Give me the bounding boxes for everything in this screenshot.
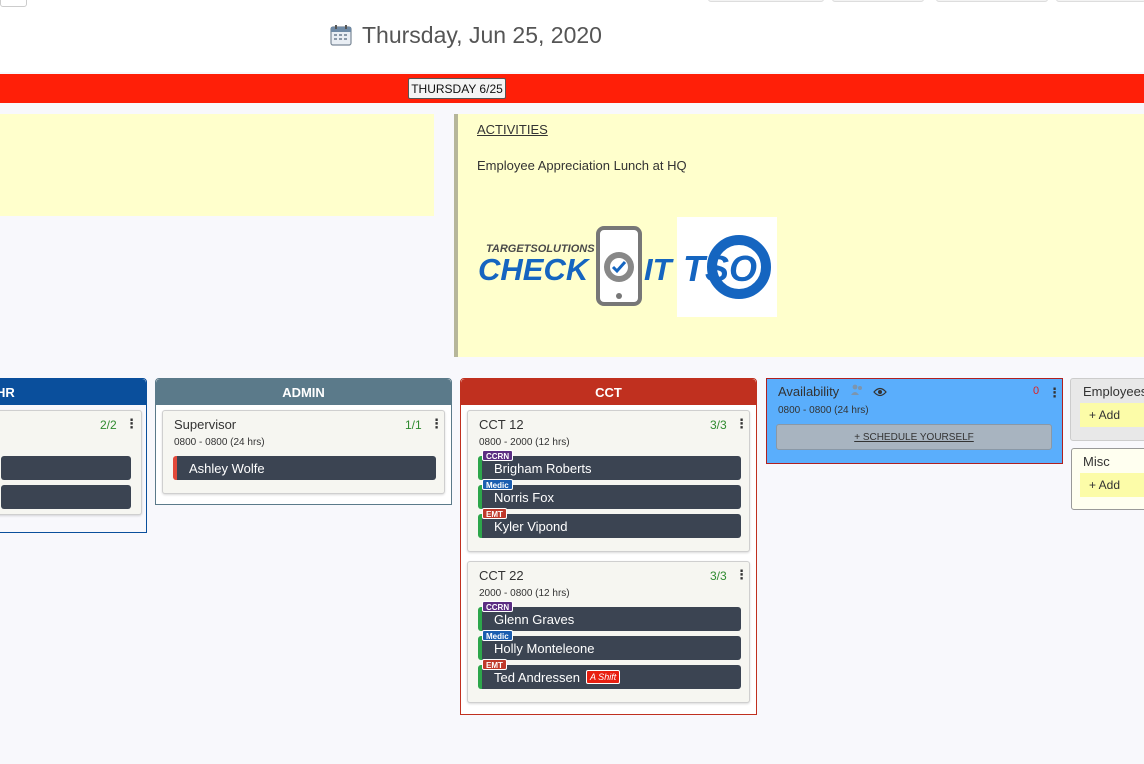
card-count: 1/1 bbox=[405, 418, 422, 432]
person-name: Ted Andressen bbox=[494, 669, 581, 685]
card-title: CCT 22 bbox=[479, 568, 524, 583]
card-title: Supervisor bbox=[174, 417, 237, 432]
top-tab-4[interactable] bbox=[1056, 0, 1144, 2]
checkit-logo: TARGETSOLUTIONS CHECK IT bbox=[478, 222, 678, 312]
cct-22-card: CCT 22 3/3 ⋮ 2000 - 0800 (12 hrs) Glenn … bbox=[467, 561, 750, 703]
misc-title: Misc bbox=[1083, 454, 1110, 469]
day-button[interactable]: THURSDAY 6/25 bbox=[408, 78, 506, 99]
kebab-menu-icon[interactable]: ⋮ bbox=[430, 417, 443, 431]
hr-person-slot-2[interactable] bbox=[1, 485, 131, 509]
top-tab-1[interactable] bbox=[708, 0, 824, 2]
shift-tag: A Shift bbox=[586, 670, 621, 684]
card-time: 0800 - 2000 (12 hrs) bbox=[479, 437, 570, 448]
notes-panel-left bbox=[0, 114, 434, 216]
schedule-yourself-button[interactable]: + SCHEDULE YOURSELF bbox=[776, 424, 1052, 450]
top-left-control[interactable] bbox=[0, 0, 27, 7]
tso-logo: TSO bbox=[677, 217, 777, 317]
card-time: 0800 - 0800 (24 hrs) bbox=[174, 437, 265, 448]
card-title: CCT 12 bbox=[479, 417, 524, 432]
hr-person-slot-1[interactable] bbox=[1, 456, 131, 480]
misc-add-button[interactable]: + Add bbox=[1080, 473, 1144, 497]
availability-count: 0 bbox=[1033, 385, 1040, 397]
admin-supervisor-card: Supervisor 1/1 ⋮ 0800 - 0800 (24 hrs) As… bbox=[162, 410, 445, 494]
current-date: Thursday, Jun 25, 2020 bbox=[362, 21, 602, 48]
top-tab-3[interactable] bbox=[936, 0, 1048, 2]
tso-logo-text: TSO bbox=[683, 248, 757, 289]
checkit-logo-word-right: IT bbox=[644, 252, 675, 287]
person-ashley-wolfe[interactable]: Ashley Wolfe bbox=[173, 456, 436, 480]
person-name: Holly Monteleone bbox=[494, 640, 595, 656]
person-glenn-graves[interactable]: Glenn Graves bbox=[478, 607, 741, 631]
availability-title: Availability bbox=[778, 384, 840, 399]
badge-medic: Medic bbox=[482, 479, 513, 490]
person-name: Kyler Vipond bbox=[494, 518, 568, 534]
column-admin-title: ADMIN bbox=[156, 379, 451, 405]
activity-item: Employee Appreciation Lunch at HQ bbox=[477, 158, 687, 173]
employees-add-button[interactable]: + Add bbox=[1080, 403, 1144, 427]
calendar-icon[interactable] bbox=[330, 24, 352, 46]
person-holly-monteleone[interactable]: Holly Monteleone bbox=[478, 636, 741, 660]
person-ted-andressen[interactable]: Ted Andressen A Shift bbox=[478, 665, 741, 689]
person-brigham-roberts[interactable]: Brigham Roberts bbox=[478, 456, 741, 480]
checkit-logo-word-left: CHECK bbox=[478, 252, 591, 287]
card-time: 2000 - 0800 (12 hrs) bbox=[479, 588, 570, 599]
activities-title: ACTIVITIES bbox=[477, 122, 548, 137]
badge-medic: Medic bbox=[482, 630, 513, 641]
employees-title: Employees bbox=[1083, 384, 1144, 399]
column-cct-title: CCT bbox=[461, 379, 756, 405]
badge-emt: EMT bbox=[482, 508, 507, 519]
card-count: 3/3 bbox=[710, 418, 727, 432]
person-name: Norris Fox bbox=[494, 489, 554, 505]
person-name: Glenn Graves bbox=[494, 611, 575, 627]
kebab-menu-icon[interactable]: ⋮ bbox=[125, 417, 138, 431]
badge-ccrn: CCRN bbox=[482, 601, 514, 612]
kebab-menu-icon[interactable]: ⋮ bbox=[735, 417, 748, 431]
kebab-menu-icon[interactable]: ⋮ bbox=[735, 568, 748, 582]
top-tab-2[interactable] bbox=[832, 0, 924, 2]
availability-time: 0800 - 0800 (24 hrs) bbox=[778, 405, 869, 416]
day-bar bbox=[0, 74, 1144, 103]
card-count: 3/3 bbox=[710, 569, 727, 583]
badge-ccrn: CCRN bbox=[482, 450, 514, 461]
badge-emt: EMT bbox=[482, 659, 507, 670]
person-name: Ashley Wolfe bbox=[189, 460, 265, 476]
cct-12-card: CCT 12 3/3 ⋮ 0800 - 2000 (12 hrs) Brigha… bbox=[467, 410, 750, 552]
hr-card-count: 2/2 bbox=[100, 418, 117, 432]
column-hr-title: HR bbox=[0, 379, 146, 405]
person-kyler-vipond[interactable]: Kyler Vipond bbox=[478, 514, 741, 538]
hr-card: 2/2 ⋮ bbox=[0, 410, 142, 515]
kebab-menu-icon[interactable]: ⋮ bbox=[1048, 386, 1061, 400]
person-norris-fox[interactable]: Norris Fox bbox=[478, 485, 741, 509]
eye-icon[interactable] bbox=[873, 384, 887, 397]
date-selector[interactable]: Thursday, Jun 25, 2020 bbox=[330, 20, 602, 50]
person-name: Brigham Roberts bbox=[494, 460, 592, 476]
people-icon bbox=[850, 383, 864, 395]
